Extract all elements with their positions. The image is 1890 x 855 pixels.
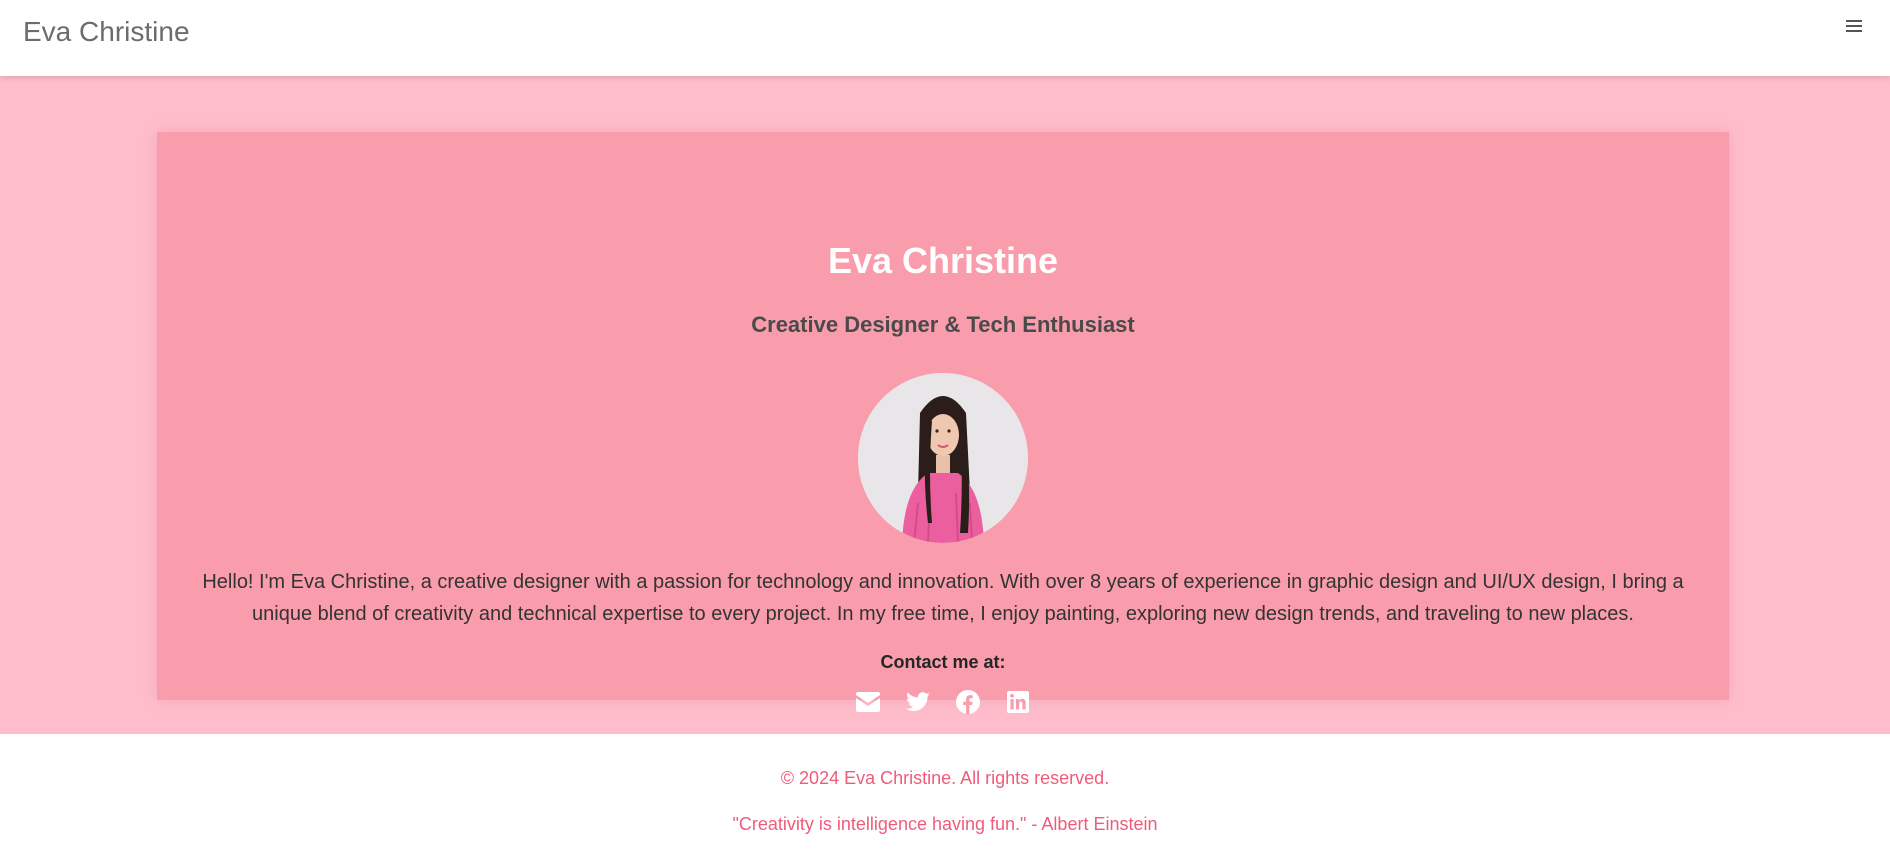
facebook-icon [956,689,980,719]
profile-name: Eva Christine [827,240,1059,281]
main-section: Eva Christine Creative Designer & Tech E… [0,76,1890,734]
profile-bio: Hello! I'm Eva Christine, a creative des… [202,571,1684,625]
profile-photo [858,373,1028,543]
hamburger-menu-icon [1846,19,1862,38]
linkedin-link[interactable] [1006,690,1030,718]
social-links [157,689,1729,719]
envelope-icon [856,691,880,717]
facebook-link[interactable] [956,689,980,719]
copyright-text: © 2024 Eva Christine. All rights reserve… [780,768,1110,788]
brand-link[interactable]: Eva Christine [23,16,190,48]
profile-tagline: Creative Designer & Tech Enthusiast [751,312,1135,337]
linkedin-icon [1007,690,1029,718]
twitter-link[interactable] [906,691,930,717]
navbar: Eva Christine [0,0,1890,76]
contact-label: Contact me at: [880,652,1006,672]
twitter-icon [906,691,930,717]
menu-toggle-button[interactable] [1842,14,1866,42]
profile-card: Eva Christine Creative Designer & Tech E… [157,132,1729,714]
footer: © 2024 Eva Christine. All rights reserve… [0,734,1890,855]
footer-quote: "Creativity is intelligence having fun."… [732,814,1158,834]
email-link[interactable] [856,691,880,717]
